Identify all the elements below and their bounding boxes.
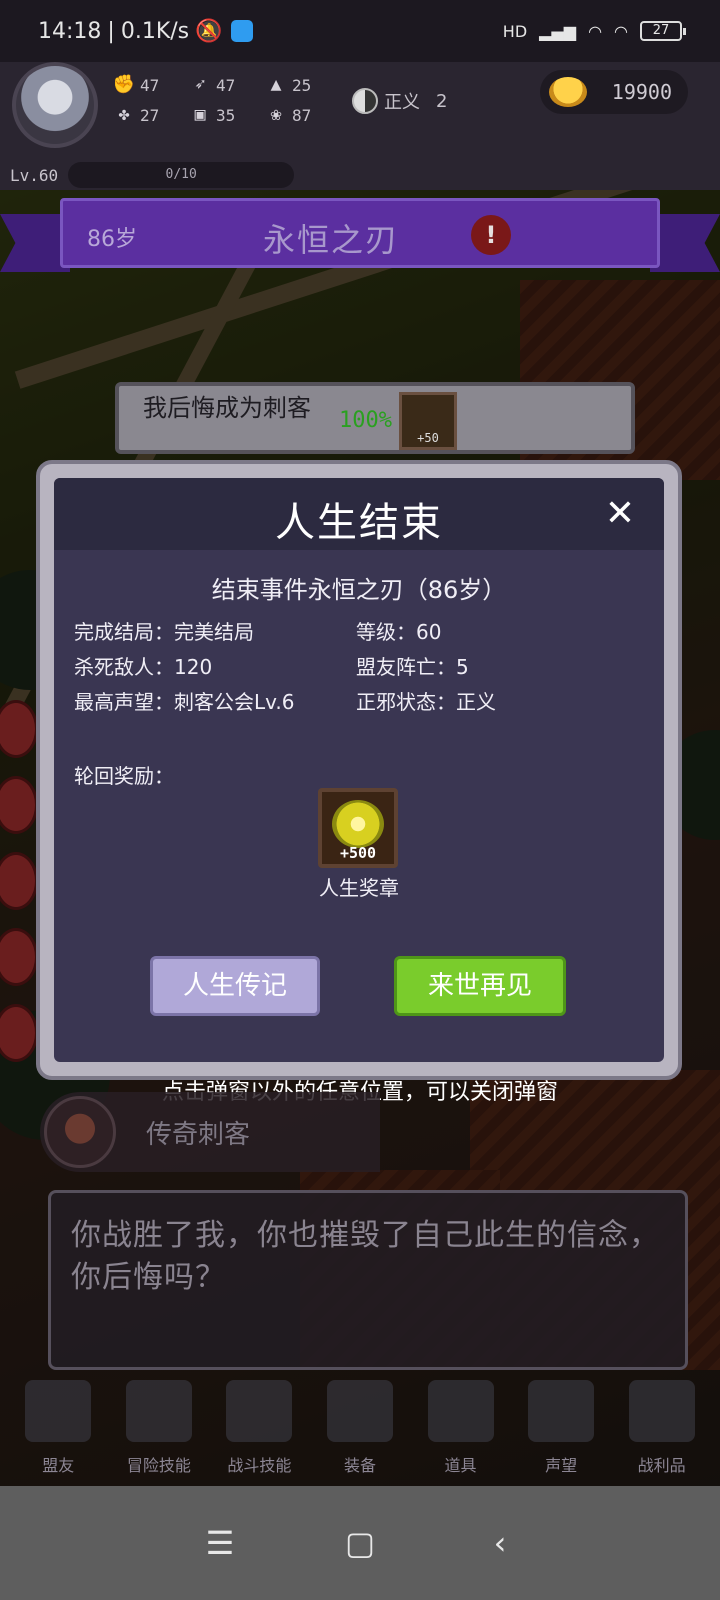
fist-icon: ✊ — [112, 74, 136, 95]
home-icon[interactable]: ▢ — [330, 1513, 390, 1573]
stat-defense: ▣ 35 — [188, 104, 264, 126]
next-life-button[interactable]: 来世再见 — [394, 956, 566, 1016]
event-banner: 86岁 永恒之刃 ! — [60, 198, 660, 268]
lotus-icon: ❀ — [270, 104, 282, 125]
quest-card[interactable]: 我后悔成为刺客 100% +50 — [115, 382, 635, 454]
alert-icon[interactable]: ! — [471, 215, 511, 255]
modal-title: 人生结束 — [275, 500, 443, 546]
gold-amount: 19900 — [611, 80, 672, 104]
summary-kills: 杀死敌人：120 — [74, 655, 213, 679]
signal-bars-icon: ▂▄▆ — [539, 21, 577, 41]
bottom-menu: 盟友 冒险技能 战斗技能 装备 道具 声望 战利品 — [0, 1376, 720, 1486]
speaker-tag: 传奇刺客 — [40, 1092, 380, 1172]
cloud-icon — [230, 20, 253, 42]
xp-bar: 0/10 — [68, 162, 295, 188]
menu-item-reputation[interactable]: 声望 — [516, 1376, 606, 1486]
hd-signal-icon: HD — [502, 21, 528, 41]
medal-emblem-icon — [332, 800, 384, 848]
gold-counter[interactable]: 19900 — [540, 70, 688, 114]
modal-body: 人生结束 ✕ 结束事件永恒之刃（86岁） 完成结局：完美结局 等级：60 杀死敌… — [54, 478, 664, 1062]
wifi-icon: ◠ — [588, 21, 603, 41]
alignment-indicator: 正义 2 — [352, 88, 447, 114]
recent-apps-icon[interactable]: ☰ — [190, 1513, 250, 1573]
quest-reward-medal-icon: +50 — [399, 392, 457, 450]
summary-ending: 完成结局：完美结局 — [74, 620, 254, 644]
menu-item-equipment[interactable]: 装备 — [315, 1376, 405, 1486]
loot-icon — [628, 1380, 695, 1442]
status-time: 14:18 — [38, 18, 102, 44]
stat-magic: ▲ 25 — [264, 74, 340, 96]
player-level: Lv.60 — [10, 165, 59, 185]
speaker-avatar — [44, 1096, 116, 1168]
menu-item-allies[interactable]: 盟友 — [13, 1376, 103, 1486]
boot-icon: ➶ — [194, 74, 206, 95]
menu-item-battle-skills[interactable]: 战斗技能 — [214, 1376, 304, 1486]
allies-icon — [25, 1380, 92, 1442]
status-bar: 14:18 | 0.1K/s 🔕 HD ▂▄▆ ◠ ◠ 27 — [0, 0, 720, 62]
menu-item-items[interactable]: 道具 — [416, 1376, 506, 1486]
banner-event-title: 永恒之刃 — [263, 221, 400, 259]
medal-name: 人生奖章 — [319, 876, 399, 900]
summary-level: 等级：60 — [356, 620, 442, 644]
back-icon[interactable]: ‹ — [470, 1513, 530, 1573]
menu-item-adventure-skills[interactable]: 冒险技能 — [114, 1376, 204, 1486]
player-avatar[interactable] — [12, 62, 98, 148]
wizard-hat-icon: ▲ — [270, 74, 282, 95]
summary-alignment: 正邪状态：正义 — [356, 690, 496, 714]
status-network-speed: 0.1K/s — [120, 18, 190, 44]
menu-item-loot[interactable]: 战利品 — [617, 1376, 707, 1486]
player-hud: ✊ 47 ➶ 47 ▲ 25 ✤ 27 ▣ 35 ❀ 87 正义 2 19900 Lv.60… — [0, 62, 720, 190]
yin-yang-icon — [352, 88, 378, 114]
modal-subtitle: 结束事件永恒之刃（86岁） — [211, 576, 507, 604]
level-row: Lv.60 0/10 — [10, 162, 295, 188]
battery-icon: 27 — [640, 21, 686, 41]
close-icon[interactable]: ✕ — [598, 492, 642, 536]
summary-reputation: 最高声望：刺客公会Lv.6 — [74, 690, 295, 714]
stat-luck: ✤ 27 — [112, 104, 188, 126]
gold-coin-icon — [548, 77, 587, 107]
clover-icon: ✤ — [118, 104, 130, 125]
medal-amount: +500 — [339, 844, 377, 862]
items-icon — [427, 1380, 494, 1442]
life-medal-reward[interactable]: +500 — [318, 788, 398, 868]
equipment-icon — [326, 1380, 393, 1442]
stat-agility: ➶ 47 — [188, 74, 264, 96]
stat-strength: ✊ 47 — [112, 74, 160, 95]
reputation-icon — [528, 1380, 595, 1442]
battle-skill-icon — [226, 1380, 293, 1442]
dialog-box[interactable]: 你战胜了我，你也摧毁了自己此生的信念，你后悔吗？ — [48, 1190, 688, 1370]
banner-age: 86岁 — [87, 227, 137, 252]
quest-text: 我后悔成为刺客 — [143, 394, 311, 422]
quest-progress: 100% — [339, 408, 392, 433]
life-biography-button[interactable]: 人生传记 — [150, 956, 320, 1016]
summary-allies-lost: 盟友阵亡：5 — [356, 655, 469, 679]
adventure-skill-icon — [125, 1380, 192, 1442]
player-stats: ✊ 47 ➶ 47 ▲ 25 ✤ 27 ▣ 35 ❀ 87 — [112, 74, 340, 126]
speaker-name: 传奇刺客 — [146, 1120, 251, 1150]
reward-label: 轮回奖励： — [74, 764, 174, 788]
dialog-text: 你战胜了我，你也摧毁了自己此生的信念，你后悔吗？ — [71, 1218, 660, 1295]
life-summary: 完成结局：完美结局 等级：60 杀死敌人：120 盟友阵亡：5 最高声望：刺客公… — [74, 616, 634, 715]
modal-header: 人生结束 ✕ — [54, 478, 664, 550]
stat-charm: ❀ 87 — [264, 104, 340, 126]
system-nav-bar: ☰ ▢ ‹ — [0, 1486, 720, 1600]
mute-bell-icon: 🔕 — [195, 18, 223, 44]
wifi-6-icon: ◠ — [614, 21, 628, 41]
life-end-modal: 人生结束 ✕ 结束事件永恒之刃（86岁） 完成结局：完美结局 等级：60 杀死敌… — [36, 460, 682, 1080]
armor-icon: ▣ — [194, 104, 206, 125]
